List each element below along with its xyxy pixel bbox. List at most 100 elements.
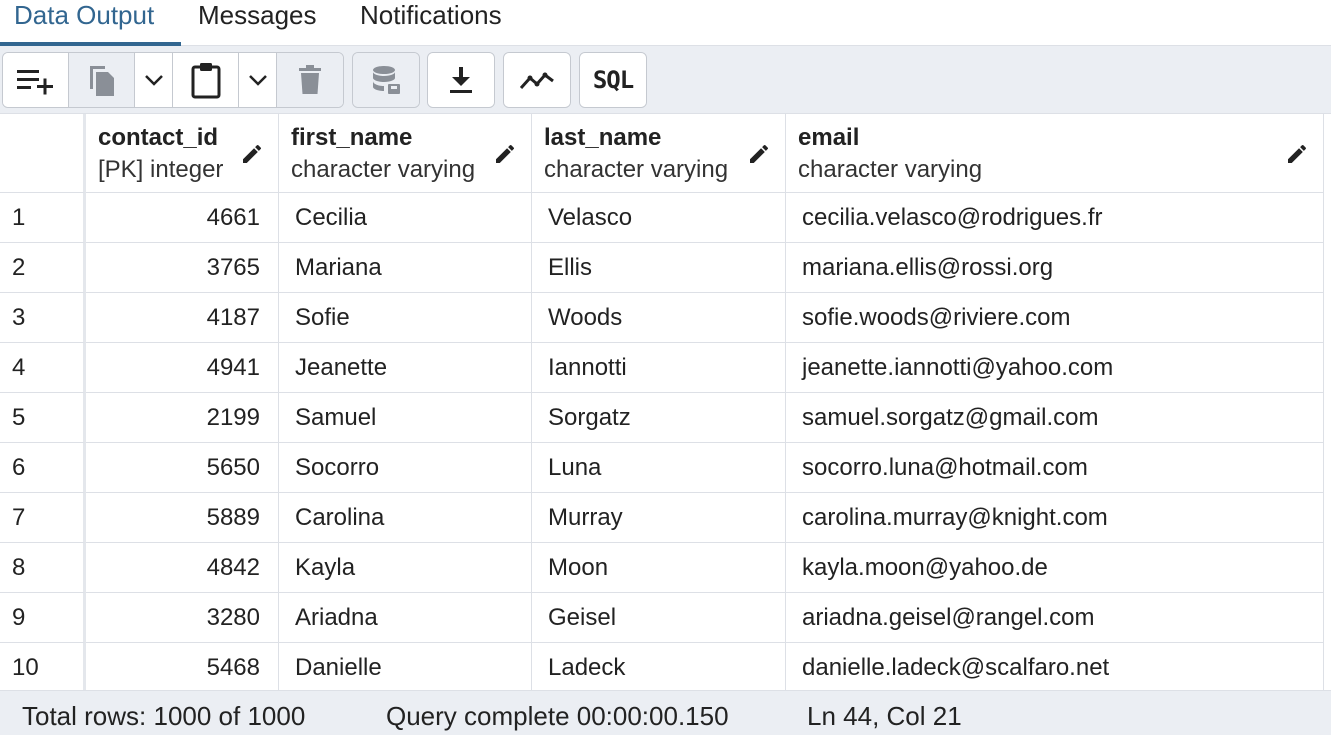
pencil-icon[interactable] [240, 142, 264, 166]
edit-button-group [2, 52, 344, 108]
cell-last-name[interactable]: Ladeck [532, 643, 786, 690]
cell-first-name[interactable]: Ariadna [279, 593, 532, 643]
cell-last-name[interactable]: Iannotti [532, 343, 786, 393]
download-button-group [427, 52, 495, 108]
copy-options-dropdown[interactable] [135, 53, 173, 107]
cell-last-name[interactable]: Velasco [532, 193, 786, 243]
chevron-down-icon [248, 75, 267, 86]
column-name: email [798, 124, 860, 151]
column-header-last-name[interactable]: last_name character varying [532, 114, 786, 193]
cell-email[interactable]: jeanette.iannotti@yahoo.com [786, 343, 1324, 393]
cell-contact-id[interactable]: 5468 [86, 643, 279, 690]
cell-first-name[interactable]: Mariana [279, 243, 532, 293]
cell-email[interactable]: ariadna.geisel@rangel.com [786, 593, 1324, 643]
paste-options-dropdown[interactable] [239, 53, 277, 107]
column-name: contact_id [98, 124, 219, 151]
row-number[interactable]: 3 [0, 293, 86, 343]
cell-first-name[interactable]: Kayla [279, 543, 532, 593]
table-row: 7 5889 Carolina Murray carolina.murray@k… [0, 493, 1331, 543]
cell-email[interactable]: cecilia.velasco@rodrigues.fr [786, 193, 1324, 243]
tab-notifications[interactable]: Notifications [360, 0, 502, 46]
tab-data-output[interactable]: Data Output [14, 0, 154, 46]
table-row: 5 2199 Samuel Sorgatz samuel.sorgatz@gma… [0, 393, 1331, 443]
sql-button[interactable]: SQL [580, 53, 646, 107]
cell-contact-id[interactable]: 3765 [86, 243, 279, 293]
cell-contact-id[interactable]: 2199 [86, 393, 279, 443]
delete-button[interactable] [277, 53, 343, 107]
table-row: 4 4941 Jeanette Iannotti jeanette.iannot… [0, 343, 1331, 393]
cell-last-name[interactable]: Woods [532, 293, 786, 343]
row-number[interactable]: 4 [0, 343, 86, 393]
row-number[interactable]: 9 [0, 593, 86, 643]
pencil-icon[interactable] [1285, 142, 1309, 166]
cell-email[interactable]: samuel.sorgatz@gmail.com [786, 393, 1324, 443]
column-name: first_name [291, 124, 413, 151]
cell-last-name[interactable]: Ellis [532, 243, 786, 293]
delete-icon [299, 65, 321, 94]
download-button[interactable] [428, 53, 494, 107]
cell-contact-id[interactable]: 4187 [86, 293, 279, 343]
pencil-icon[interactable] [747, 142, 771, 166]
column-header-contact-id[interactable]: contact_id [PK] integer [86, 114, 279, 193]
download-icon [450, 67, 472, 93]
row-number[interactable]: 1 [0, 193, 86, 243]
cell-first-name[interactable]: Samuel [279, 393, 532, 443]
cell-first-name[interactable]: Sofie [279, 293, 532, 343]
cell-email[interactable]: socorro.luna@hotmail.com [786, 443, 1324, 493]
cell-first-name[interactable]: Danielle [279, 643, 532, 690]
table-row: 3 4187 Sofie Woods sofie.woods@riviere.c… [0, 293, 1331, 343]
paste-button[interactable] [173, 53, 239, 107]
chevron-down-icon [144, 75, 163, 86]
row-number[interactable]: 8 [0, 543, 86, 593]
table-row: 9 3280 Ariadna Geisel ariadna.geisel@ran… [0, 593, 1331, 643]
cell-first-name[interactable]: Jeanette [279, 343, 532, 393]
add-row-icon [16, 70, 53, 95]
cell-last-name[interactable]: Moon [532, 543, 786, 593]
tab-messages[interactable]: Messages [198, 0, 317, 46]
column-type: character varying [798, 156, 983, 183]
row-number[interactable]: 7 [0, 493, 86, 543]
cursor-position: Ln 44, Col 21 [807, 701, 962, 731]
cell-first-name[interactable]: Carolina [279, 493, 532, 543]
cell-contact-id[interactable]: 4842 [86, 543, 279, 593]
cell-first-name[interactable]: Cecilia [279, 193, 532, 243]
cell-last-name[interactable]: Sorgatz [532, 393, 786, 443]
data-toolbar: SQL [0, 46, 1331, 114]
save-button-group [352, 52, 420, 108]
cell-last-name[interactable]: Murray [532, 493, 786, 543]
pencil-icon[interactable] [493, 142, 517, 166]
cell-email[interactable]: kayla.moon@yahoo.de [786, 543, 1324, 593]
total-rows-status: Total rows: 1000 of 1000 [22, 701, 306, 731]
cell-contact-id[interactable]: 5650 [86, 443, 279, 493]
column-type: character varying [291, 156, 476, 183]
row-number[interactable]: 6 [0, 443, 86, 493]
cell-contact-id[interactable]: 5889 [86, 493, 279, 543]
cell-last-name[interactable]: Geisel [532, 593, 786, 643]
graph-visualiser-button[interactable] [504, 53, 570, 107]
table-row: 1 4661 Cecilia Velasco cecilia.velasco@r… [0, 193, 1331, 243]
column-header-email[interactable]: email character varying [786, 114, 1324, 193]
sql-button-group: SQL [579, 52, 647, 108]
column-header-first-name[interactable]: first_name character varying [279, 114, 532, 193]
cell-email[interactable]: sofie.woods@riviere.com [786, 293, 1324, 343]
cell-contact-id[interactable]: 4661 [86, 193, 279, 243]
grid-corner[interactable] [0, 114, 86, 193]
copy-button[interactable] [69, 53, 135, 107]
cell-email[interactable]: danielle.ladeck@scalfaro.net [786, 643, 1324, 690]
copy-icon [89, 66, 114, 96]
table-row: 8 4842 Kayla Moon kayla.moon@yahoo.de [0, 543, 1331, 593]
add-row-button[interactable] [3, 53, 69, 107]
cell-contact-id[interactable]: 3280 [86, 593, 279, 643]
row-number[interactable]: 5 [0, 393, 86, 443]
paste-icon [191, 63, 220, 99]
row-number[interactable]: 10 [0, 643, 86, 690]
cell-first-name[interactable]: Socorro [279, 443, 532, 493]
save-data-button[interactable] [353, 53, 419, 107]
cell-last-name[interactable]: Luna [532, 443, 786, 493]
cell-email[interactable]: mariana.ellis@rossi.org [786, 243, 1324, 293]
column-type: character varying [544, 156, 729, 183]
cell-email[interactable]: carolina.murray@knight.com [786, 493, 1324, 543]
query-status: Query complete 00:00:00.150 [386, 701, 729, 731]
cell-contact-id[interactable]: 4941 [86, 343, 279, 393]
row-number[interactable]: 2 [0, 243, 86, 293]
